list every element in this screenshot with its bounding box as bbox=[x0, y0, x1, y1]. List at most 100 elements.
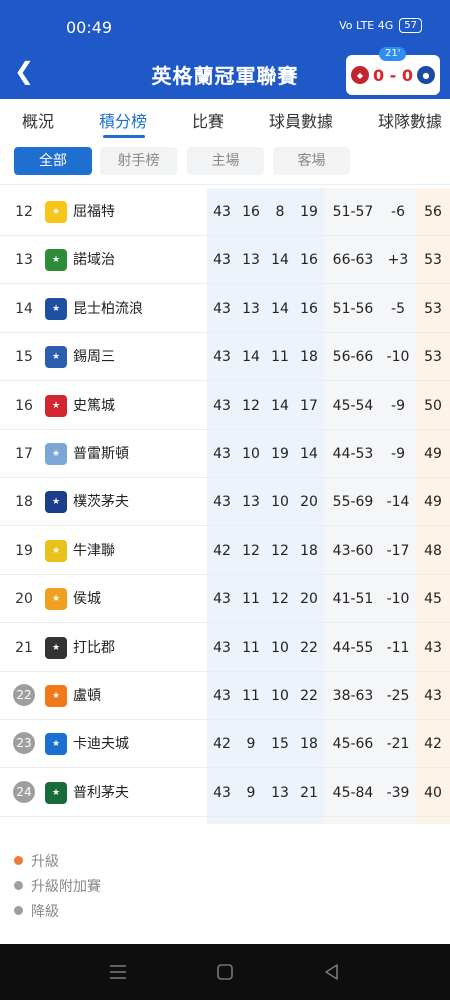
table-row[interactable]: 12 ★ 屈福特 43 16 8 19 51-57 -6 56 bbox=[0, 188, 450, 236]
table-row[interactable]: 24 ★ 普利茅夫 43 9 13 21 45-84 -39 40 bbox=[0, 769, 450, 817]
drawn: 8 bbox=[275, 204, 285, 220]
drawn: 10 bbox=[271, 494, 289, 511]
goal-difference: -14 bbox=[386, 494, 410, 511]
won: 11 bbox=[242, 688, 260, 704]
match-minute-badge: 21' bbox=[379, 47, 407, 61]
played: 43 bbox=[213, 349, 231, 366]
team-name[interactable]: 史篤城 bbox=[73, 382, 115, 430]
team-crest-icon: ★ bbox=[45, 539, 67, 562]
team-name[interactable]: 打比郡 bbox=[73, 624, 115, 672]
drawn: 12 bbox=[271, 591, 289, 608]
menu-icon[interactable] bbox=[107, 961, 129, 983]
team-name[interactable]: 樸茨茅夫 bbox=[73, 478, 129, 526]
goal-difference: -11 bbox=[386, 639, 410, 656]
team-name[interactable]: 昆士柏流浪 bbox=[73, 285, 143, 333]
filter-away-button[interactable]: 客場 bbox=[273, 147, 350, 175]
goals-for-against: 45-84 bbox=[332, 784, 374, 801]
table-row[interactable]: 18 ★ 樸茨茅夫 43 13 10 20 55-69 -14 49 bbox=[0, 478, 450, 527]
goal-difference: -17 bbox=[386, 542, 410, 559]
tab-standings[interactable]: 積分榜 bbox=[99, 108, 147, 132]
lost: 21 bbox=[300, 784, 318, 801]
tab-overview[interactable]: 概況 bbox=[22, 108, 54, 132]
lost: 18 bbox=[300, 542, 318, 559]
drawn: 15 bbox=[271, 736, 289, 753]
won: 9 bbox=[246, 736, 256, 753]
team-name[interactable]: 普雷斯頓 bbox=[73, 430, 129, 478]
tab-matches[interactable]: 比賽 bbox=[192, 108, 224, 132]
table-row[interactable]: 22 ★ 盧頓 43 11 10 22 38-63 -25 43 bbox=[0, 672, 450, 720]
filter-scorers-button[interactable]: 射手榜 bbox=[100, 147, 177, 175]
lost: 18 bbox=[300, 349, 318, 366]
tab-bar: 概況 積分榜 比賽 球員數據 球隊數據 bbox=[0, 99, 450, 139]
table-row[interactable]: 23 ★ 卡迪夫城 42 9 15 18 45-66 -21 42 bbox=[0, 720, 450, 769]
played: 43 bbox=[213, 397, 231, 414]
legend-label: 降級 bbox=[31, 903, 59, 920]
relegation-dot-icon bbox=[14, 906, 23, 915]
lost: 16 bbox=[300, 300, 318, 317]
table-row[interactable]: 17 ★ 普雷斯頓 43 10 19 14 44-53 -9 49 bbox=[0, 430, 450, 478]
won: 13 bbox=[242, 252, 260, 269]
drawn: 14 bbox=[271, 252, 289, 269]
lost: 16 bbox=[300, 252, 318, 269]
lost: 20 bbox=[300, 591, 318, 608]
table-row[interactable]: 19 ★ 牛津聯 42 12 12 18 43-60 -17 48 bbox=[0, 527, 450, 575]
tab-team-stats[interactable]: 球隊數據 bbox=[378, 108, 442, 132]
filter-home-button[interactable]: 主場 bbox=[187, 147, 264, 175]
table-row[interactable]: 21 ★ 打比郡 43 11 10 22 44-55 -11 43 bbox=[0, 624, 450, 672]
drawn: 13 bbox=[271, 784, 289, 801]
team-name[interactable]: 諾域治 bbox=[73, 236, 115, 284]
team-crest-icon: ★ bbox=[45, 249, 67, 272]
live-score-card[interactable]: 21' ◆ 0 - 0 ● bbox=[346, 47, 440, 95]
team-name[interactable]: 普利茅夫 bbox=[73, 769, 129, 817]
team-name[interactable]: 屈福特 bbox=[73, 188, 115, 236]
points: 53 bbox=[424, 252, 442, 269]
match-score: 0 - 0 bbox=[372, 65, 414, 85]
table-row[interactable]: 16 ★ 史篤城 43 12 14 17 45-54 -9 50 bbox=[0, 382, 450, 430]
played: 43 bbox=[213, 639, 231, 656]
goal-difference: -39 bbox=[386, 784, 410, 801]
team-crest-icon: ★ bbox=[45, 201, 67, 223]
team-crest-icon: ★ bbox=[45, 394, 67, 417]
team-name[interactable]: 卡迪夫城 bbox=[73, 720, 129, 768]
drawn: 12 bbox=[271, 542, 289, 559]
goals-for-against: 51-57 bbox=[332, 204, 374, 220]
won: 11 bbox=[242, 639, 260, 656]
goals-for-against: 44-55 bbox=[332, 639, 374, 656]
team-name[interactable]: 侯城 bbox=[73, 575, 101, 623]
team-name[interactable]: 牛津聯 bbox=[73, 527, 115, 575]
rank: 12 bbox=[15, 204, 33, 220]
drawn: 10 bbox=[271, 688, 289, 704]
played: 43 bbox=[213, 494, 231, 511]
won: 13 bbox=[242, 300, 260, 317]
table-row[interactable]: 14 ★ 昆士柏流浪 43 13 14 16 51-56 -5 53 bbox=[0, 285, 450, 333]
goals-for-against: 45-54 bbox=[332, 397, 374, 414]
drawn: 11 bbox=[271, 349, 289, 366]
legend-promotion: 升級 bbox=[14, 848, 101, 873]
rank: 16 bbox=[15, 397, 33, 414]
team-crest-icon: ★ bbox=[45, 346, 67, 369]
goal-difference: -10 bbox=[386, 349, 410, 366]
points: 40 bbox=[424, 784, 442, 801]
team-name[interactable]: 錫周三 bbox=[73, 333, 115, 381]
tab-player-stats[interactable]: 球員數據 bbox=[269, 108, 333, 132]
team-name[interactable]: 盧頓 bbox=[73, 672, 101, 720]
back-nav-icon[interactable] bbox=[321, 961, 343, 983]
points: 53 bbox=[424, 349, 442, 366]
team-crest-icon: ★ bbox=[45, 588, 67, 611]
table-row[interactable]: 15 ★ 錫周三 43 14 11 18 56-66 -10 53 bbox=[0, 333, 450, 382]
played: 43 bbox=[213, 591, 231, 608]
goal-difference: -10 bbox=[386, 591, 410, 608]
played: 42 bbox=[213, 542, 231, 559]
lost: 19 bbox=[300, 204, 318, 220]
drawn: 14 bbox=[271, 300, 289, 317]
legend-relegation: 降級 bbox=[14, 898, 101, 923]
drawn: 14 bbox=[271, 397, 289, 414]
rank: 15 bbox=[15, 349, 33, 366]
table-row[interactable]: 13 ★ 諾域治 43 13 14 16 66-63 +3 53 bbox=[0, 236, 450, 285]
table-row[interactable]: 20 ★ 侯城 43 11 12 20 41-51 -10 45 bbox=[0, 575, 450, 624]
filter-all-button[interactable]: 全部 bbox=[14, 147, 92, 175]
won: 11 bbox=[242, 591, 260, 608]
home-icon[interactable] bbox=[214, 961, 236, 983]
rank: 21 bbox=[15, 639, 33, 656]
points: 45 bbox=[424, 591, 442, 608]
